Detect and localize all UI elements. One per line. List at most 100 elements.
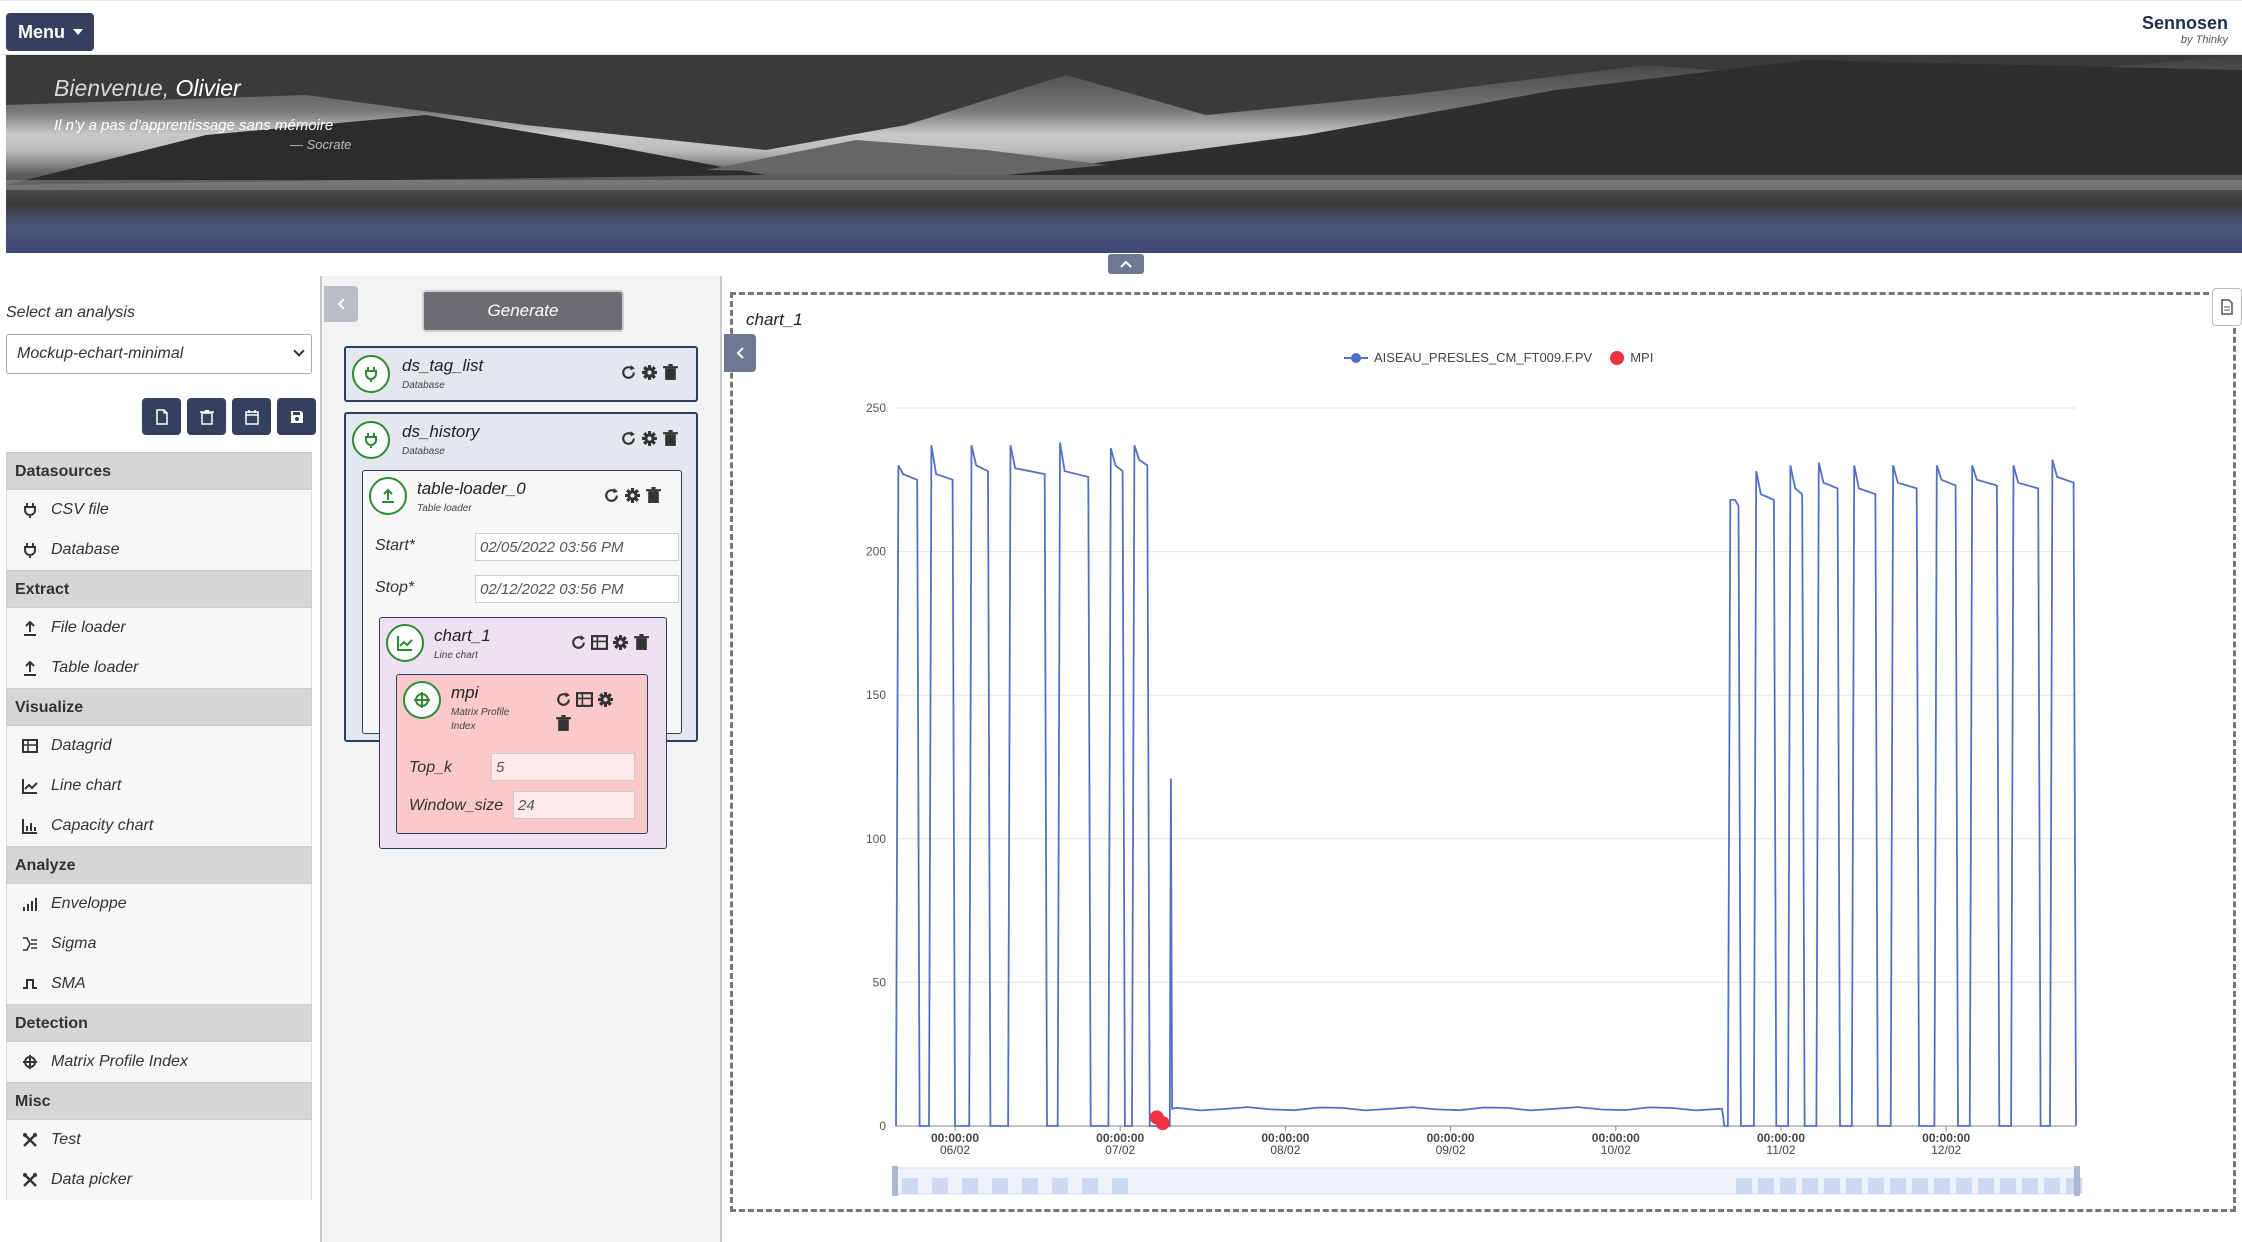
zoom-preview-bar <box>1112 1178 1128 1194</box>
component-catalog: Datasources CSV file Database Extract File l… <box>6 452 312 1200</box>
gear-icon[interactable] <box>597 691 614 708</box>
x-tick-date: 06/02 <box>940 1143 970 1157</box>
trash-icon[interactable] <box>662 364 679 381</box>
upload-icon <box>21 619 39 637</box>
sidebar-item-enveloppe[interactable]: Enveloppe <box>6 884 312 924</box>
document-icon <box>2221 299 2233 315</box>
sidebar-item-sigma[interactable]: Sigma <box>6 924 312 964</box>
table-icon[interactable] <box>591 634 608 651</box>
sidebar-item-csv-file[interactable]: CSV file <box>6 490 312 530</box>
delete-analysis-button[interactable] <box>187 398 226 435</box>
tools-icon <box>21 1171 39 1189</box>
node-actions-2 <box>555 715 572 732</box>
brand-name: Sennosen <box>2141 13 2228 33</box>
sidebar-item-label: SMA <box>51 975 86 992</box>
sidebar-item-database[interactable]: Database <box>6 530 312 570</box>
trash-icon[interactable] <box>662 430 679 447</box>
refresh-icon[interactable] <box>620 430 637 447</box>
table-icon[interactable] <box>576 691 593 708</box>
collapse-pipeline-button[interactable] <box>324 286 358 322</box>
y-tick-label: 150 <box>866 688 886 702</box>
y-tick-label: 50 <box>873 975 887 989</box>
sidebar-item-datagrid[interactable]: Datagrid <box>6 726 312 766</box>
node-title: mpi <box>451 683 479 702</box>
document-button[interactable] <box>2212 288 2242 326</box>
sidebar-item-sma[interactable]: SMA <box>6 964 312 1004</box>
gear-icon[interactable] <box>641 364 658 381</box>
new-analysis-button[interactable] <box>142 398 181 435</box>
category-detection[interactable]: Detection <box>6 1004 312 1042</box>
zoom-handle-left[interactable] <box>892 1166 898 1196</box>
zoom-preview-bar <box>1082 1178 1098 1194</box>
save-icon <box>290 410 303 423</box>
plug-icon <box>352 421 390 459</box>
node-actions <box>620 364 679 381</box>
category-datasources[interactable]: Datasources <box>6 452 312 490</box>
y-tick-label: 200 <box>866 545 886 559</box>
trash-icon[interactable] <box>555 715 572 732</box>
analysis-select[interactable]: Mockup-echart-minimal <box>6 334 312 374</box>
zoom-preview-bar <box>1802 1178 1818 1194</box>
welcome-text: Bienvenue, Olivier <box>54 75 241 102</box>
node-actions <box>620 430 679 447</box>
line-chart[interactable]: 05010015020025000:00:0006/0200:00:0007/0… <box>730 340 2230 1200</box>
node-table-loader[interactable]: table-loader_0 Table loader Start* 02/05… <box>362 470 682 849</box>
sidebar-item-label: Database <box>51 541 120 558</box>
gear-icon[interactable] <box>612 634 629 651</box>
x-tick-date: 12/02 <box>1931 1143 1961 1157</box>
file-icon <box>155 408 168 425</box>
mountain-lake-image <box>6 55 2242 190</box>
node-chart[interactable]: chart_1 Line chart mpi Matrix Profile In… <box>379 617 667 849</box>
node-subtitle: Matrix Profile <box>451 707 510 718</box>
zoom-preview-bar <box>1846 1178 1862 1194</box>
analysis-select-value: Mockup-echart-minimal <box>17 345 184 362</box>
zoom-preview-bar <box>1934 1178 1950 1194</box>
sidebar-item-data-picker[interactable]: Data picker <box>6 1160 312 1200</box>
sigma-icon <box>21 935 39 953</box>
series-line[interactable] <box>895 442 2077 1127</box>
node-ds-history[interactable]: ds_history Database table-loader_0 Table… <box>344 412 698 849</box>
stop-label: Stop* <box>375 579 415 596</box>
pipeline-panel: Generate ds_tag_list Database ds_history… <box>320 276 722 1242</box>
sidebar-item-label: CSV file <box>51 501 109 518</box>
sidebar-item-capacity-chart[interactable]: Capacity chart <box>6 806 312 846</box>
sidebar-item-matrix-profile-index[interactable]: Matrix Profile Index <box>6 1042 312 1082</box>
sidebar-item-table-loader[interactable]: Table loader <box>6 648 312 688</box>
mpi-point[interactable] <box>1155 1116 1170 1131</box>
category-analyze[interactable]: Analyze <box>6 846 312 884</box>
stop-input[interactable]: 02/12/2022 03:56 PM <box>475 575 679 603</box>
x-tick-date: 10/02 <box>1601 1143 1631 1157</box>
zoom-preview-bar <box>1052 1178 1068 1194</box>
sidebar-item-label: File loader <box>51 619 126 636</box>
category-misc[interactable]: Misc <box>6 1082 312 1120</box>
node-mpi[interactable]: mpi Matrix Profile Index Top_k 5 Window_… <box>396 674 648 834</box>
collapse-banner-button[interactable] <box>1108 254 1144 274</box>
sidebar-item-line-chart[interactable]: Line chart <box>6 766 312 806</box>
category-extract[interactable]: Extract <box>6 570 312 608</box>
refresh-icon[interactable] <box>570 634 587 651</box>
window-size-input[interactable]: 24 <box>513 791 635 819</box>
refresh-icon[interactable] <box>555 691 572 708</box>
category-visualize[interactable]: Visualize <box>6 688 312 726</box>
calendar-icon <box>244 409 259 425</box>
refresh-icon[interactable] <box>620 364 637 381</box>
topk-input[interactable]: 5 <box>491 753 635 781</box>
trash-icon[interactable] <box>645 487 662 504</box>
node-ds-tag-list[interactable]: ds_tag_list Database <box>344 346 698 402</box>
trash-icon[interactable] <box>633 634 650 651</box>
save-analysis-button[interactable] <box>277 398 316 435</box>
sidebar-item-file-loader[interactable]: File loader <box>6 608 312 648</box>
start-input[interactable]: 02/05/2022 03:56 PM <box>475 533 679 561</box>
menu-button[interactable]: Menu <box>6 13 94 51</box>
zoom-preview-bar <box>992 1178 1008 1194</box>
gear-icon[interactable] <box>641 430 658 447</box>
refresh-icon[interactable] <box>603 487 620 504</box>
sidebar-item-test[interactable]: Test <box>6 1120 312 1160</box>
top-bar: Menu Sennosen by Thinky <box>0 0 2242 55</box>
calendar-button[interactable] <box>232 398 271 435</box>
brand-by: by Thinky <box>2180 34 2228 46</box>
gear-icon[interactable] <box>624 487 641 504</box>
zoom-handle-right[interactable] <box>2074 1166 2080 1196</box>
upload-icon <box>369 477 407 515</box>
generate-button[interactable]: Generate <box>422 290 624 332</box>
